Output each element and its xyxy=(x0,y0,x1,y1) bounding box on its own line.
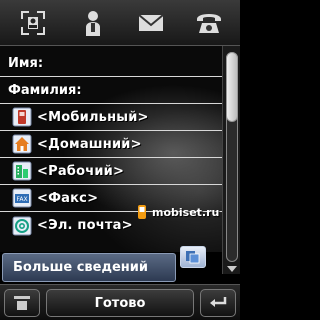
back-softkey[interactable] xyxy=(200,289,236,317)
scan-icon xyxy=(21,11,45,35)
done-label: Готово xyxy=(94,295,146,311)
copy-button[interactable] xyxy=(180,246,206,268)
email-at-icon xyxy=(12,216,32,236)
mobiset-logo-icon xyxy=(138,205,146,219)
contact-form: Имя: Фамилия: <Мобильный> <Домашний> <Ра… xyxy=(0,46,222,252)
scroll-thumb[interactable] xyxy=(226,52,238,122)
work-field-text: <Рабочий> xyxy=(37,163,125,179)
name-label: Имя: xyxy=(8,55,44,71)
office-building-icon xyxy=(12,161,32,181)
watermark-text: mobiset.ru xyxy=(152,205,220,219)
home-field[interactable]: <Домашний> xyxy=(0,131,222,158)
watermark: mobiset.ru xyxy=(134,203,219,221)
home-icon xyxy=(12,134,32,154)
surname-field[interactable]: Фамилия: xyxy=(0,77,222,104)
more-details-button[interactable]: Больше сведений xyxy=(2,253,176,282)
scroll-down-arrow-icon[interactable] xyxy=(227,266,237,272)
svg-text:FAX: FAX xyxy=(16,196,27,203)
more-details-label: Больше сведений xyxy=(13,260,148,275)
contacts-icon xyxy=(86,11,100,36)
top-tab-bar xyxy=(0,0,240,46)
surname-label: Фамилия: xyxy=(8,82,82,98)
tab-scan[interactable] xyxy=(6,4,60,42)
home-field-text: <Домашний> xyxy=(37,136,142,152)
mobile-field[interactable]: <Мобильный> xyxy=(0,104,222,131)
tab-contacts[interactable] xyxy=(66,4,120,42)
email-field-text: <Эл. почта> xyxy=(37,218,133,233)
fax-field-text: <Факс> xyxy=(37,190,99,206)
envelope-icon xyxy=(138,14,164,31)
done-softkey[interactable]: Готово xyxy=(46,289,194,317)
fax-icon: FAX xyxy=(12,188,32,208)
menu-icon xyxy=(14,296,30,310)
softkey-bar: Готово xyxy=(0,284,240,320)
work-field[interactable]: <Рабочий> xyxy=(0,158,222,185)
tab-messages[interactable] xyxy=(124,4,178,42)
mobile-phone-icon xyxy=(12,107,32,127)
name-field[interactable]: Имя: xyxy=(0,50,222,77)
phone-icon xyxy=(197,14,221,33)
copy-icon xyxy=(186,251,200,264)
scrollbar[interactable] xyxy=(222,46,240,274)
back-arrow-icon xyxy=(210,297,227,307)
mobile-field-text: <Мобильный> xyxy=(37,109,149,125)
options-softkey[interactable] xyxy=(4,289,40,317)
tab-calls[interactable] xyxy=(182,4,236,42)
